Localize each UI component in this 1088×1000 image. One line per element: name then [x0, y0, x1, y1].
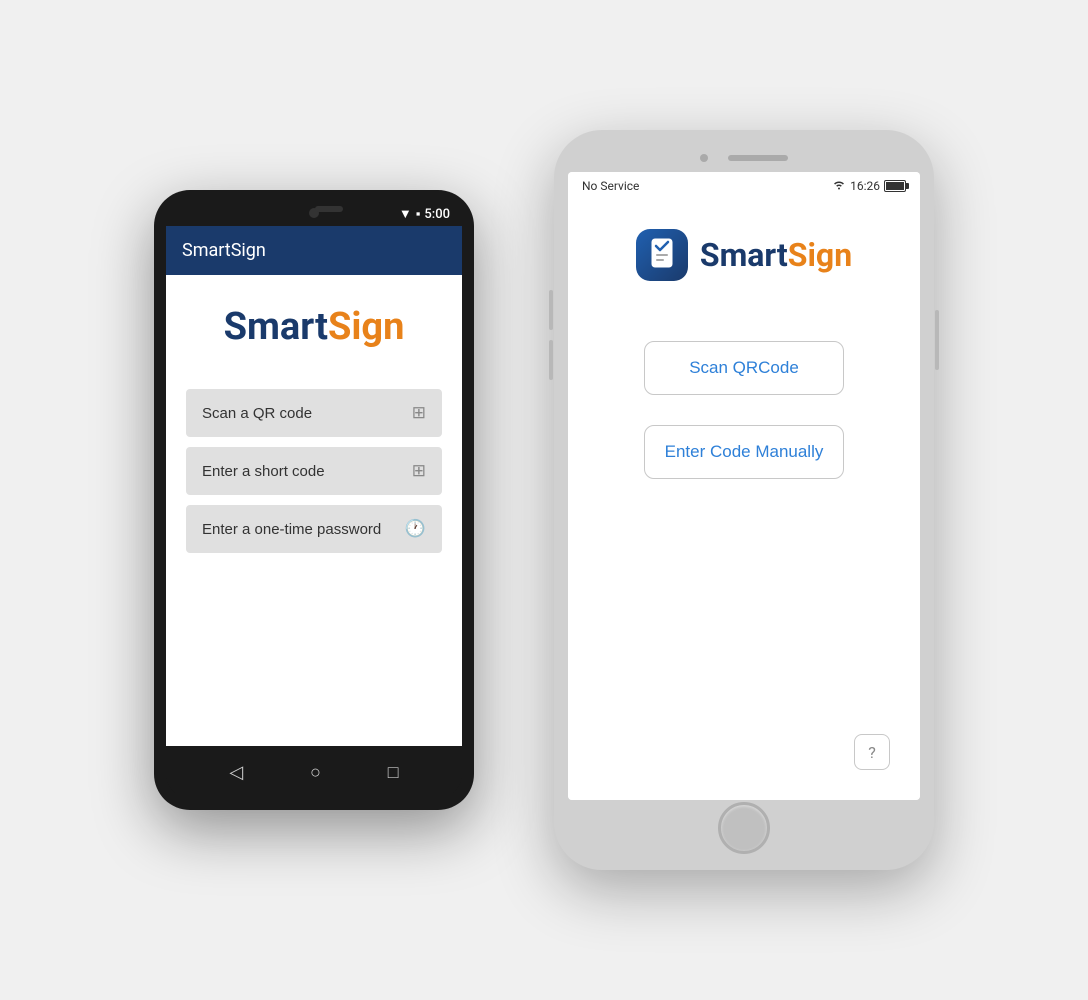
ios-home-bar — [568, 800, 920, 856]
ios-screen: No Service 16:26 — [568, 172, 920, 800]
ios-logo-row: SmartSign — [636, 229, 852, 281]
android-status-icons: ▼ ▪ 5:00 — [399, 206, 450, 222]
ios-logo-sign: Sign — [788, 236, 852, 274]
android-scan-qr-button[interactable]: Scan a QR code ⊞ — [186, 389, 442, 437]
android-time: 5:00 — [424, 207, 450, 222]
android-scan-qr-label: Scan a QR code — [202, 405, 312, 422]
ios-top-hardware — [568, 144, 920, 172]
android-nav-bar: ◁ ○ □ — [166, 746, 462, 798]
ios-speaker — [728, 155, 788, 161]
ios-volume-up-button[interactable] — [549, 290, 553, 330]
ios-camera — [700, 154, 708, 162]
ios-enter-code-button[interactable]: Enter Code Manually — [644, 425, 844, 479]
ios-content: SmartSign Scan QRCode Enter Code Manuall… — [568, 199, 920, 800]
android-screen: SmartSign SmartSign Scan a QR code ⊞ Ent… — [166, 226, 462, 746]
android-grid-icon: ⊞ — [412, 461, 426, 481]
ios-carrier: No Service — [582, 179, 639, 193]
ios-power-button[interactable] — [935, 310, 939, 370]
ios-enter-code-label: Enter Code Manually — [665, 442, 824, 461]
android-phone: ▼ ▪ 5:00 SmartSign SmartSign Scan a QR c… — [154, 190, 474, 810]
android-qr-icon: ⊞ — [412, 403, 426, 423]
ios-time: 16:26 — [850, 179, 880, 193]
android-logo-sign: Sign — [328, 305, 404, 349]
android-home-icon[interactable]: ○ — [310, 762, 321, 783]
android-signal-icon: ▼ — [399, 206, 412, 222]
ios-wifi-icon — [832, 178, 846, 193]
ios-volume-down-button[interactable] — [549, 340, 553, 380]
ios-help-button[interactable]: ? — [854, 734, 890, 770]
ios-bottom-area: ? — [598, 509, 890, 780]
android-clock-icon: 🕐 — [405, 519, 426, 539]
android-content: SmartSign Scan a QR code ⊞ Enter a short… — [166, 275, 462, 746]
ios-status-bar: No Service 16:26 — [568, 172, 920, 199]
ios-logo-smart: Smart — [700, 236, 788, 274]
android-battery-icon: ▪ — [416, 206, 421, 222]
ios-status-right: 16:26 — [832, 178, 906, 193]
ios-phone: No Service 16:26 — [554, 130, 934, 870]
android-recent-icon[interactable]: □ — [388, 762, 399, 783]
ios-scan-qr-label: Scan QRCode — [689, 358, 799, 377]
android-speaker — [315, 206, 343, 212]
ios-app-icon — [636, 229, 688, 281]
android-short-code-label: Enter a short code — [202, 463, 325, 480]
android-back-icon[interactable]: ◁ — [229, 762, 243, 783]
ios-scan-qr-button[interactable]: Scan QRCode — [644, 341, 844, 395]
ios-help-label: ? — [868, 743, 876, 762]
android-otp-label: Enter a one-time password — [202, 521, 381, 538]
android-logo: SmartSign — [224, 305, 405, 349]
ios-battery-icon — [884, 180, 906, 192]
android-app-title: SmartSign — [182, 240, 266, 261]
android-logo-smart: Smart — [224, 305, 328, 349]
android-otp-button[interactable]: Enter a one-time password 🕐 — [186, 505, 442, 553]
android-short-code-button[interactable]: Enter a short code ⊞ — [186, 447, 442, 495]
android-app-header: SmartSign — [166, 226, 462, 275]
ios-home-button[interactable] — [718, 802, 770, 854]
ios-logo-text: SmartSign — [700, 236, 852, 274]
